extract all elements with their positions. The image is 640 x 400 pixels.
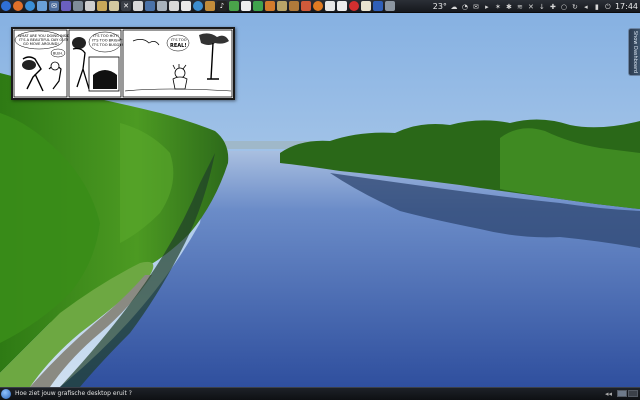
kde-menu-icon[interactable] <box>1 1 11 11</box>
taskbar-scroll-arrows[interactable]: ◂◂ <box>605 388 612 400</box>
desktop-1-cell[interactable] <box>617 390 627 397</box>
comic-text: GO MOVE AROUND! <box>23 42 59 46</box>
spreadsheet-icon[interactable] <box>253 1 263 11</box>
image-viewer-icon[interactable] <box>325 1 335 11</box>
clock[interactable]: 17:44 <box>615 0 638 13</box>
comic-strip: WHAT ARE YOU DOING INSIDE? IT'S A BEAUTI… <box>13 29 233 98</box>
bottom-taskbar: Hoe ziet jouw grafische desktop eruit ? … <box>0 387 640 400</box>
chat-icon[interactable] <box>61 1 71 11</box>
calendar-icon[interactable] <box>361 1 371 11</box>
devices-icon[interactable]: ✕ <box>527 3 535 11</box>
cards-icon[interactable] <box>337 1 347 11</box>
temperature-readout[interactable]: 23° <box>433 0 447 13</box>
archive-icon[interactable] <box>97 1 107 11</box>
bug-icon[interactable] <box>349 1 359 11</box>
presentation-icon[interactable] <box>265 1 275 11</box>
mail-notify-icon[interactable]: ✉ <box>472 3 480 11</box>
clipboard-icon[interactable]: ◔ <box>461 3 469 11</box>
comic-text: IT'S TOO <box>171 38 187 42</box>
system-tray: 23° ☁ ◔ ✉ ▸ ✶ ✱ ≋ ✕ ↓ ✚ ○ ↻ ◂ ▮ ⏻ 17:44 <box>433 0 640 13</box>
media-player-icon[interactable] <box>313 1 323 11</box>
battery-icon[interactable]: ▮ <box>593 3 601 11</box>
volume-icon[interactable]: ◂ <box>582 3 590 11</box>
browser-icon[interactable] <box>25 1 35 11</box>
terminal-icon[interactable] <box>85 1 95 11</box>
comic-strip-widget[interactable]: WHAT ARE YOU DOING INSIDE? IT'S A BEAUTI… <box>11 27 235 100</box>
file-manager-icon[interactable] <box>37 1 47 11</box>
trash-icon[interactable] <box>385 1 395 11</box>
game-icon[interactable] <box>277 1 287 11</box>
top-panel: ✉ ✕ ♪ 23° ☁ ◔ ✉ ▸ ✶ ✱ ≋ ✕ ↓ ✚ ○ ↻ ◂ ▮ ⏻ 17:44 <box>0 0 640 13</box>
updates-icon[interactable]: ✚ <box>549 3 557 11</box>
notes-icon[interactable] <box>109 1 119 11</box>
dashboard-toggle-tab[interactable]: Show Dashboard <box>628 28 640 76</box>
mail-icon[interactable]: ✉ <box>49 1 59 11</box>
music-icon[interactable]: ♪ <box>217 1 227 11</box>
tools-icon[interactable]: ✕ <box>121 1 131 11</box>
virtual-desktop-pager <box>617 390 638 397</box>
globe-icon[interactable] <box>193 1 203 11</box>
settings-icon[interactable] <box>73 1 83 11</box>
disk-icon[interactable] <box>157 1 167 11</box>
monitor-icon[interactable] <box>145 1 155 11</box>
text-editor-icon[interactable] <box>241 1 251 11</box>
flag-icon[interactable] <box>373 1 383 11</box>
weather-icon[interactable]: ☁ <box>450 3 458 11</box>
brush-icon[interactable] <box>205 1 215 11</box>
comic-text: IT'S TOO BUGGY! <box>92 43 123 47</box>
system-monitor-icon[interactable] <box>301 1 311 11</box>
wifi-icon[interactable]: ≋ <box>516 3 524 11</box>
network-icon[interactable]: ✶ <box>494 3 502 11</box>
screen-icon[interactable] <box>133 1 143 11</box>
search-icon[interactable]: ○ <box>560 3 568 11</box>
dashboard-toggle-label: Show Dashboard <box>631 30 638 74</box>
quick-launch-bar: ✉ ✕ ♪ <box>0 0 395 13</box>
firefox-icon[interactable] <box>13 1 23 11</box>
comic-text: IT'S TOO BRIGHT! <box>92 39 124 43</box>
photo-icon[interactable] <box>229 1 239 11</box>
taskbar-window-button[interactable]: Hoe ziet jouw grafische desktop eruit ? <box>13 389 132 399</box>
taskbar-window-title: Hoe ziet jouw grafische desktop eruit ? <box>15 390 132 397</box>
comic-text: BLEH. <box>53 52 63 56</box>
document-icon[interactable] <box>181 1 191 11</box>
application-launcher-button[interactable] <box>1 389 11 399</box>
power-icon[interactable]: ⏻ <box>604 3 612 11</box>
comic-text: REAL! <box>170 43 187 49</box>
desktop-2-cell[interactable] <box>628 390 638 397</box>
download-icon[interactable]: ↓ <box>538 3 546 11</box>
package-icon[interactable] <box>289 1 299 11</box>
sync-icon[interactable]: ↻ <box>571 3 579 11</box>
comic-text: IT'S TOO HOT! <box>93 34 119 38</box>
graph-icon[interactable] <box>169 1 179 11</box>
bluetooth-icon[interactable]: ✱ <box>505 3 513 11</box>
tray-icons: ☁ ◔ ✉ ▸ ✶ ✱ ≋ ✕ ↓ ✚ ○ ↻ ◂ ▮ ⏻ <box>450 3 612 11</box>
play-icon[interactable]: ▸ <box>483 3 491 11</box>
